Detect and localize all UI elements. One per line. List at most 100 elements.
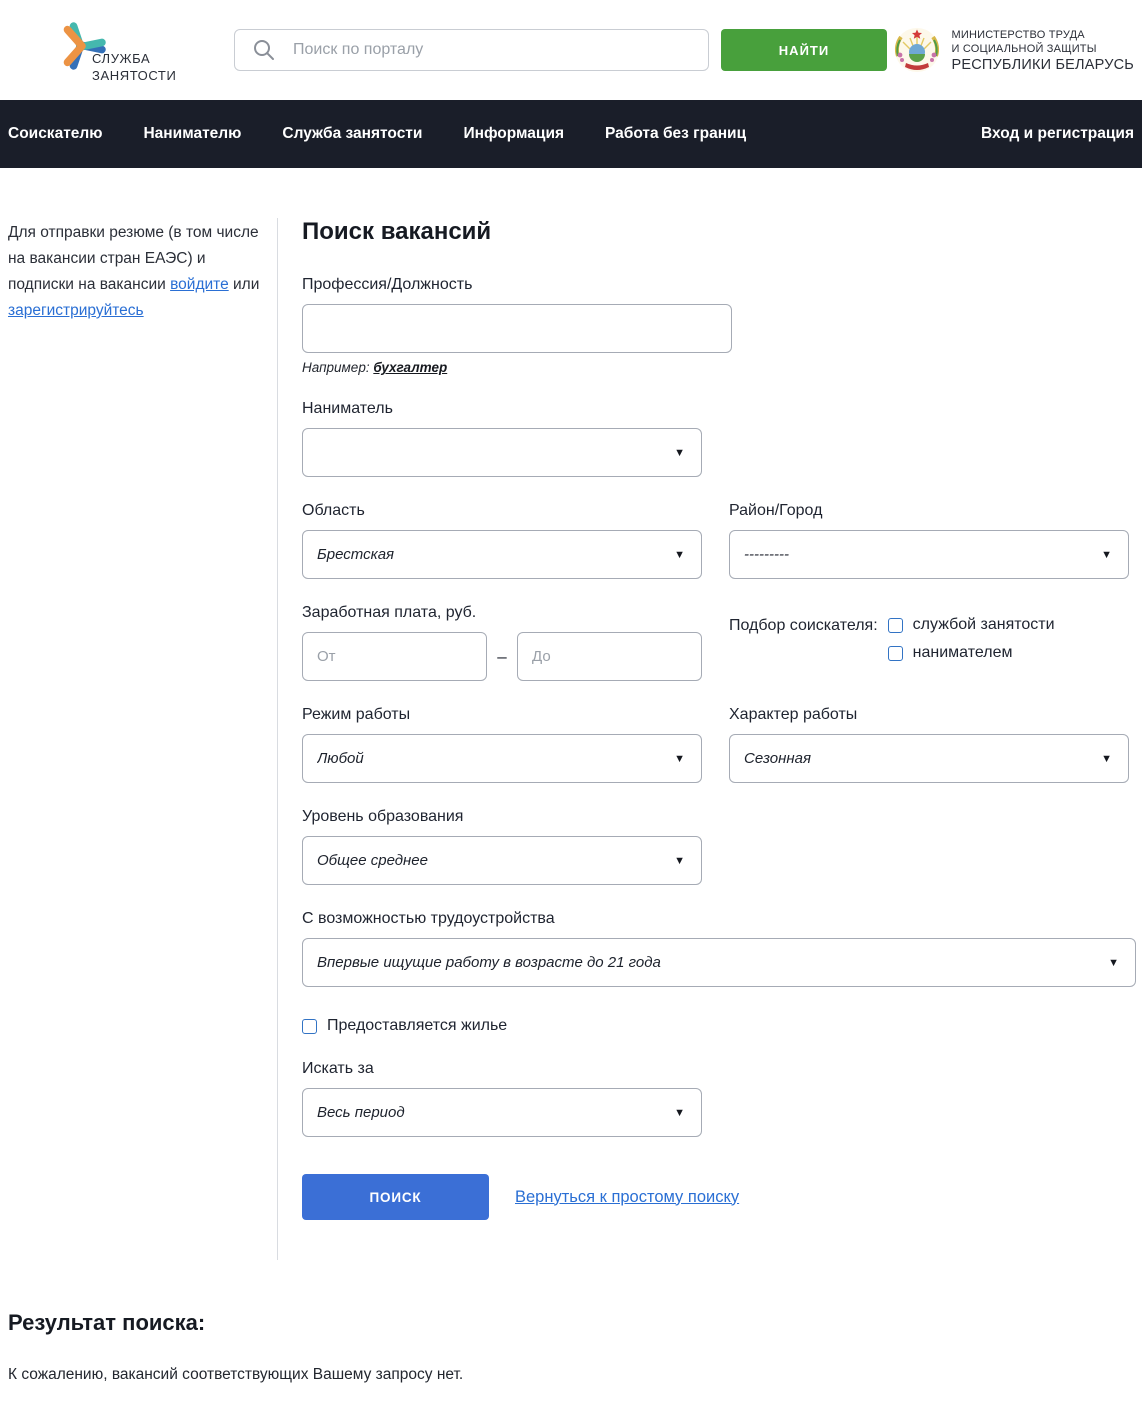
employer-label: Наниматель (302, 400, 1136, 418)
employer-select[interactable]: ▼ (302, 428, 702, 477)
education-value: Общее среднее (317, 852, 666, 869)
salary-from-input[interactable] (302, 632, 487, 681)
register-link[interactable]: зарегистрируйтесь (8, 302, 144, 319)
hint-prefix: Например: (302, 360, 373, 375)
work-nature-select[interactable]: Сезонная ▼ (729, 734, 1129, 783)
chevron-down-icon: ▼ (674, 753, 685, 765)
results-empty-message: К сожалению, вакансий соответствующих Ва… (8, 1366, 1134, 1404)
nav-item-work-without-borders[interactable]: Работа без границ (605, 125, 746, 143)
search-submit-button[interactable]: ПОИСК (302, 1174, 489, 1220)
work-nature-value: Сезонная (744, 750, 1093, 767)
logo-line2: ЗАНЯТОСТИ (92, 67, 176, 84)
sidebar-text-or: или (229, 276, 260, 293)
content: Для отправки резюме (в том числе на вака… (0, 218, 1142, 1260)
salary-to-input[interactable] (517, 632, 702, 681)
page: СЛУЖБА ЗАНЯТОСТИ НАЙТИ (0, 0, 1142, 1404)
ministry-line3: РЕСПУБЛИКИ БЕЛАРУСЬ (951, 58, 1134, 72)
profession-input[interactable] (302, 304, 732, 353)
ministry-block: МИНИСТЕРСТВО ТРУДА И СОЦИАЛЬНОЙ ЗАЩИТЫ Р… (893, 26, 1134, 74)
work-nature-label: Характер работы (729, 706, 1129, 724)
search-results: Результат поиска: К сожалению, вакансий … (0, 1260, 1142, 1404)
period-field: Искать за Весь период ▼ (302, 1060, 1136, 1137)
work-row: Режим работы Любой ▼ Характер работы Сез… (302, 706, 1136, 783)
vacancy-search-form: Поиск вакансий Профессия/Должность Напри… (277, 218, 1142, 1260)
region-select[interactable]: Брестская ▼ (302, 530, 702, 579)
profession-hint: Например: бухгалтер (302, 360, 1136, 375)
housing-label: Предоставляется жилье (327, 1017, 507, 1035)
ministry-line1: МИНИСТЕРСТВО ТРУДА (951, 28, 1134, 42)
site-header: СЛУЖБА ЗАНЯТОСТИ НАЙТИ (0, 0, 1142, 100)
checkbox-housing[interactable] (302, 1019, 317, 1034)
housing-option[interactable]: Предоставляется жилье (302, 1017, 1136, 1035)
applicant-selection-field: Подбор соискателя: службой занятости нан… (729, 604, 1129, 681)
nav-item-applicant[interactable]: Соискателю (8, 125, 102, 143)
salary-inputs: – (302, 632, 702, 681)
district-label: Район/Город (729, 502, 1129, 520)
sidebar: Для отправки резюме (в том числе на вака… (0, 218, 277, 1260)
nav-item-employer[interactable]: Нанимателю (143, 125, 241, 143)
district-value: --------- (744, 546, 1093, 563)
salary-row: Заработная плата, руб. – Подбор соискате… (302, 604, 1136, 681)
salary-dash: – (487, 647, 517, 667)
work-mode-label: Режим работы (302, 706, 702, 724)
education-label: Уровень образования (302, 808, 1136, 826)
chevron-down-icon: ▼ (1101, 753, 1112, 765)
region-value: Брестская (317, 546, 666, 563)
page-title: Поиск вакансий (302, 218, 1136, 246)
chevron-down-icon: ▼ (674, 1107, 685, 1119)
checkbox-by-service[interactable] (888, 618, 903, 633)
employment-option-value: Впервые ищущие работу в возрасте до 21 г… (317, 954, 1100, 971)
selection-by-employer-option[interactable]: нанимателем (888, 644, 1055, 662)
period-value: Весь период (317, 1104, 666, 1121)
belarus-coat-of-arms-icon (893, 26, 941, 74)
salary-field: Заработная плата, руб. – (302, 604, 702, 681)
district-field: Район/Город --------- ▼ (729, 502, 1129, 579)
logo[interactable]: СЛУЖБА ЗАНЯТОСТИ (56, 16, 206, 84)
results-title: Результат поиска: (8, 1310, 1134, 1336)
period-select[interactable]: Весь период ▼ (302, 1088, 702, 1137)
logo-line1: СЛУЖБА (92, 50, 176, 67)
chevron-down-icon: ▼ (1108, 957, 1119, 969)
applicant-selection-options: службой занятости нанимателем (888, 616, 1055, 662)
portal-search-input[interactable] (234, 29, 709, 71)
education-select[interactable]: Общее среднее ▼ (302, 836, 702, 885)
employment-option-select[interactable]: Впервые ищущие работу в возрасте до 21 г… (302, 938, 1136, 987)
employment-option-label: С возможностью трудоустройства (302, 910, 1136, 928)
work-nature-field: Характер работы Сезонная ▼ (729, 706, 1129, 783)
chevron-down-icon: ▼ (1101, 549, 1112, 561)
region-field: Область Брестская ▼ (302, 502, 702, 579)
search-icon (252, 38, 276, 62)
period-label: Искать за (302, 1060, 1136, 1078)
checkbox-by-service-label: службой занятости (913, 616, 1055, 634)
location-row: Область Брестская ▼ Район/Город --------… (302, 502, 1136, 579)
chevron-down-icon: ▼ (674, 855, 685, 867)
back-to-simple-search-link[interactable]: Вернуться к простому поиску (515, 1188, 739, 1207)
form-actions: ПОИСК Вернуться к простому поиску (302, 1174, 1136, 1220)
employment-option-field: С возможностью трудоустройства Впервые и… (302, 910, 1136, 987)
district-select[interactable]: --------- ▼ (729, 530, 1129, 579)
logo-text: СЛУЖБА ЗАНЯТОСТИ (92, 50, 176, 84)
checkbox-by-employer-label: нанимателем (913, 644, 1013, 662)
selection-by-service-option[interactable]: службой занятости (888, 616, 1055, 634)
profession-label: Профессия/Должность (302, 276, 1136, 294)
find-button[interactable]: НАЙТИ (721, 29, 887, 71)
hint-example-link[interactable]: бухгалтер (373, 360, 447, 375)
checkbox-by-employer[interactable] (888, 646, 903, 661)
chevron-down-icon: ▼ (674, 447, 685, 459)
salary-label: Заработная плата, руб. (302, 604, 702, 622)
profession-field: Профессия/Должность Например: бухгалтер (302, 276, 1136, 375)
ministry-text: МИНИСТЕРСТВО ТРУДА И СОЦИАЛЬНОЙ ЗАЩИТЫ Р… (951, 28, 1134, 72)
login-link[interactable]: войдите (170, 276, 229, 293)
ministry-line2: И СОЦИАЛЬНОЙ ЗАЩИТЫ (951, 42, 1134, 56)
education-field: Уровень образования Общее среднее ▼ (302, 808, 1136, 885)
main-nav: Соискателю Нанимателю Служба занятости И… (0, 100, 1142, 168)
nav-item-information[interactable]: Информация (463, 125, 564, 143)
work-mode-value: Любой (317, 750, 666, 767)
employer-field: Наниматель ▼ (302, 400, 1136, 477)
nav-item-employment-service[interactable]: Служба занятости (282, 125, 422, 143)
housing-field: Предоставляется жилье (302, 1017, 1136, 1035)
region-label: Область (302, 502, 702, 520)
work-mode-select[interactable]: Любой ▼ (302, 734, 702, 783)
nav-login-registration[interactable]: Вход и регистрация (981, 125, 1134, 143)
chevron-down-icon: ▼ (674, 549, 685, 561)
